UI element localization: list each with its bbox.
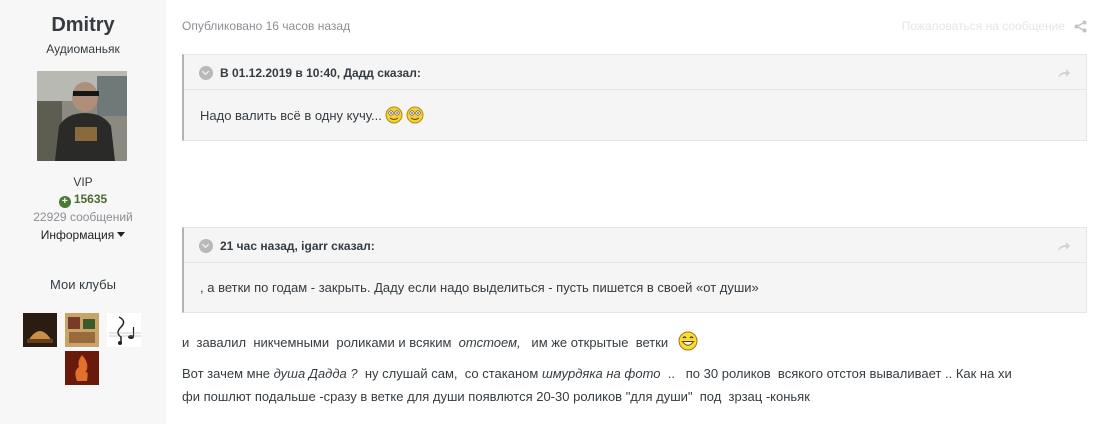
text-segment: Вот зачем мне (182, 366, 274, 381)
quote-block: В 01.12.2019 в 10:40, Дадд сказал: Надо … (182, 54, 1087, 141)
author-title: Аудиоманьяк (46, 42, 120, 56)
author-block: Dmitry Аудиоманьяк VIP +15635 22929 сооб… (0, 0, 166, 259)
quote-header: 21 час назад, igarr сказал: (184, 228, 1086, 263)
text-segment: им же открытые ветки (520, 335, 676, 350)
club-icon-music[interactable] (107, 313, 141, 347)
text-italic: отстоем, (458, 335, 521, 350)
chevron-down-icon[interactable] (199, 66, 213, 80)
smiley-icon (406, 106, 424, 124)
quote-text: Надо валить всё в одну кучу... (200, 106, 424, 124)
quote-body-text: , а ветки по годам - закрыть. Даду если … (200, 280, 759, 295)
quote-citation[interactable]: 21 час назад, igarr сказал: (220, 239, 375, 253)
quote-block: 21 час назад, igarr сказал: , а ветки по… (182, 227, 1087, 313)
member-group: VIP (73, 175, 93, 189)
report-link[interactable]: Пожаловаться на сообщение (902, 19, 1065, 33)
caret-down-icon (117, 232, 126, 237)
post-text-line: фи пошлют подальше -сразу в ветке для ду… (182, 389, 810, 404)
info-label: Информация (40, 228, 115, 242)
author-name[interactable]: Dmitry (0, 14, 166, 37)
quote-body-text: Надо валить всё в одну кучу... (200, 108, 382, 123)
club-icon-theater[interactable] (23, 313, 57, 347)
text-italic: шмурдяка на фото (541, 366, 661, 381)
clubs-title: Мои клубы (50, 277, 116, 292)
link-arrow-icon[interactable] (1057, 66, 1071, 78)
info-dropdown[interactable]: Информация (0, 228, 166, 242)
avatar[interactable] (37, 71, 127, 161)
post-count[interactable]: 22929 сообщений (0, 210, 166, 224)
reputation[interactable]: +15635 (0, 192, 166, 208)
reputation-value: 15635 (73, 192, 108, 206)
smiley-icon (385, 106, 403, 124)
plus-circle-icon: + (58, 196, 71, 208)
post-content: Опубликовано 16 часов назад Пожаловаться… (182, 0, 1087, 424)
quote-citation[interactable]: В 01.12.2019 в 10:40, Дадд сказал: (220, 66, 421, 80)
text-italic: душа Дадда ? (273, 366, 358, 381)
clubs-block: Мои клубы (0, 262, 166, 424)
text-segment: ну слушай сам, со стаканом (357, 366, 542, 381)
quote-header: В 01.12.2019 в 10:40, Дадд сказал: (184, 55, 1086, 90)
link-arrow-icon[interactable] (1057, 239, 1071, 251)
club-icon-fire[interactable] (65, 351, 99, 385)
club-icon-album[interactable] (65, 313, 99, 347)
post-date[interactable]: Опубликовано 16 часов назад (182, 19, 350, 33)
share-icon[interactable] (1074, 20, 1087, 33)
text-segment: .. по 30 роликов всякого отстоя вывалива… (660, 366, 1012, 381)
smiley-icon (678, 331, 698, 351)
chevron-down-icon[interactable] (199, 239, 213, 253)
author-sidebar: Dmitry Аудиоманьяк VIP +15635 22929 сооб… (0, 0, 166, 424)
post-text-line: Вот зачем мне душа Дадда ? ну слушай сам… (182, 366, 1012, 381)
text-segment: и завалил никчемными роликами и всяким (182, 335, 459, 350)
post-text-line: и завалил никчемными роликами и всяким о… (182, 331, 698, 351)
